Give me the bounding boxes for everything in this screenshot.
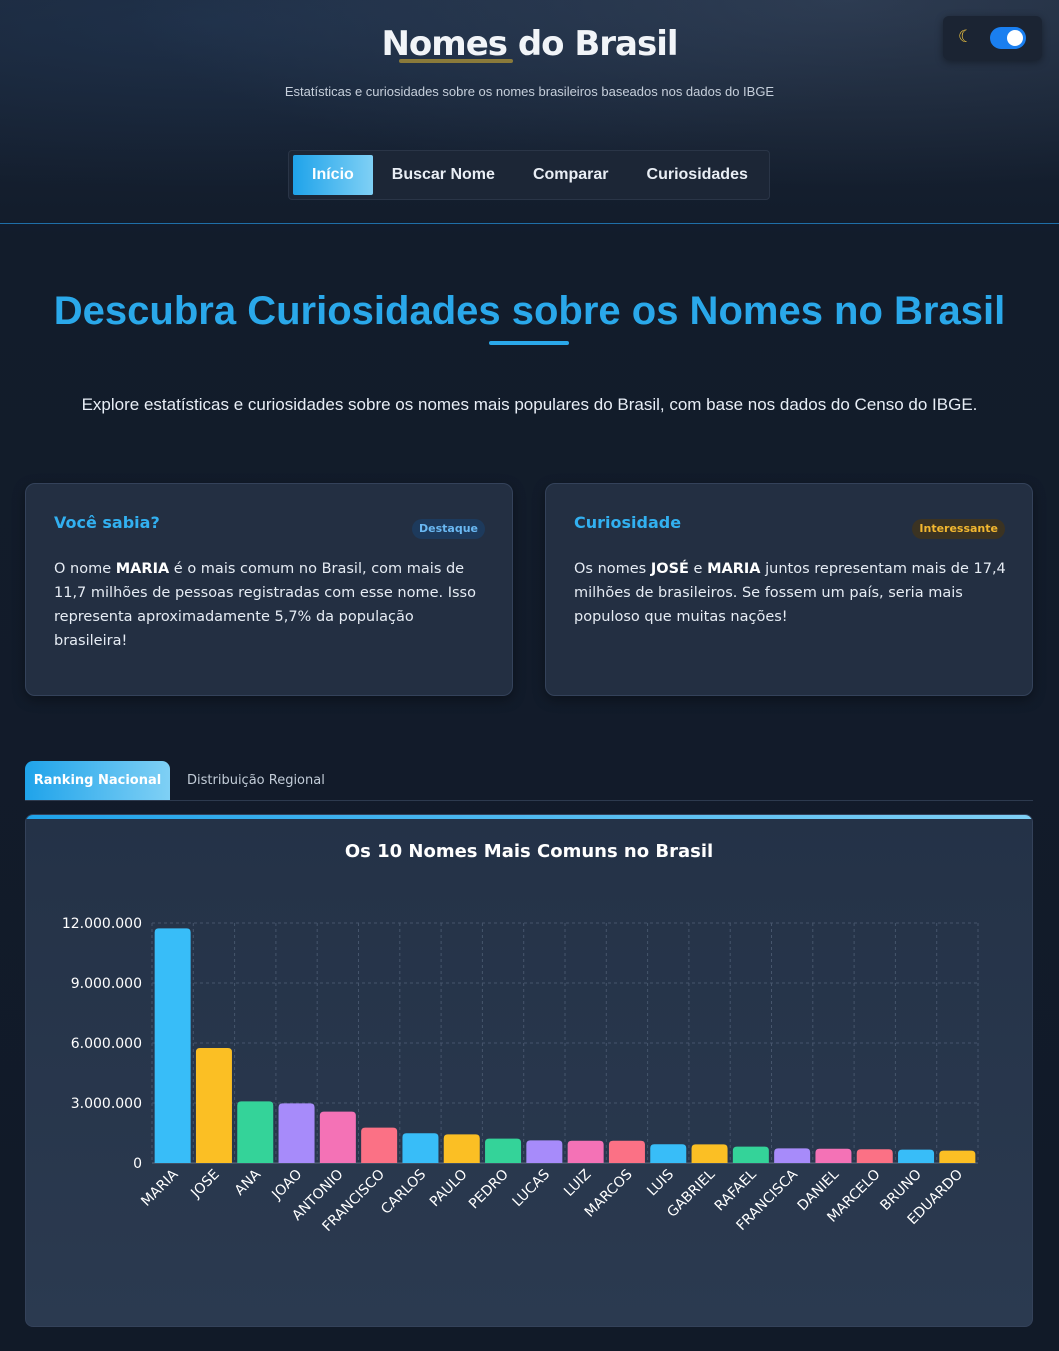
nav-comparar[interactable]: Comparar [514, 155, 628, 195]
badge-destaque: Destaque [412, 519, 485, 539]
fact-card-curiosidade: Curiosidade Interessante Os nomes JOSÉ e… [545, 483, 1033, 696]
chart-tabs: Ranking Nacional Distribuição Regional [25, 761, 1033, 801]
toggle-knob [1007, 30, 1023, 46]
bar-joao[interactable] [278, 1103, 315, 1163]
card-text: O nome MARIA é o mais comum no Brasil, c… [54, 557, 486, 653]
hero-underline [489, 341, 569, 345]
bar-gabriel[interactable] [691, 1144, 728, 1163]
bar-lucas[interactable] [526, 1140, 563, 1163]
bar-luis[interactable] [650, 1144, 687, 1163]
bar-bruno[interactable] [898, 1149, 935, 1163]
nav-curiosidades[interactable]: Curiosidades [628, 155, 767, 195]
card-highlight: MARIA [115, 561, 170, 577]
y-tick-label: 3.000.000 [71, 1096, 142, 1112]
card-title: Curiosidade [574, 513, 682, 532]
nav-inicio[interactable]: Início [293, 155, 373, 195]
card-text-part: Os nomes [574, 561, 651, 577]
badge-interessante: Interessante [912, 519, 1005, 539]
site-header: Nomes do Brasil Estatísticas e curiosida… [0, 0, 1059, 224]
bar-antonio[interactable] [319, 1111, 356, 1163]
y-tick-label: 6.000.000 [71, 1036, 142, 1052]
moon-icon: ☾ [958, 27, 974, 47]
site-subtitle: Estatísticas e curiosidades sobre os nom… [284, 84, 775, 99]
x-tick-label: CARLOS [378, 1166, 429, 1217]
card-title: Você sabia? [54, 513, 160, 532]
card-text: Os nomes JOSÉ e MARIA juntos representam… [574, 557, 1006, 629]
y-tick-label: 0 [133, 1156, 142, 1172]
tab-ranking-nacional[interactable]: Ranking Nacional [25, 761, 170, 800]
title-underline [399, 59, 513, 63]
fact-card-voce-sabia: Você sabia? Destaque O nome MARIA é o ma… [25, 483, 513, 696]
hero-title: Descubra Curiosidades sobre os Nomes no … [53, 289, 1006, 333]
bar-paulo[interactable] [443, 1134, 480, 1163]
bar-marcelo[interactable] [856, 1149, 893, 1163]
x-tick-label: PEDRO [466, 1167, 512, 1213]
bar-francisco[interactable] [361, 1127, 398, 1163]
y-tick-label: 9.000.000 [71, 976, 142, 992]
tab-distribuicao-regional[interactable]: Distribuição Regional [187, 761, 325, 800]
nav-buscar-nome[interactable]: Buscar Nome [373, 155, 514, 195]
x-tick-label: PAULO [427, 1167, 471, 1211]
bar-pedro[interactable] [485, 1138, 522, 1163]
bar-luiz[interactable] [567, 1140, 604, 1163]
theme-toggle[interactable] [990, 27, 1026, 49]
card-highlight: MARIA [707, 561, 761, 577]
x-tick-label: JOAO [268, 1167, 305, 1204]
x-tick-label: LUIS [644, 1166, 677, 1199]
theme-switcher: ☾ [943, 16, 1042, 60]
x-tick-label: ANA [232, 1166, 265, 1199]
card-highlight: JOSÉ [650, 561, 689, 577]
bar-ana[interactable] [237, 1101, 274, 1163]
bar-maria[interactable] [154, 928, 191, 1163]
bar-carlos[interactable] [402, 1133, 439, 1163]
bar-marcos[interactable] [608, 1140, 645, 1163]
bar-eduardo[interactable] [939, 1150, 976, 1163]
bar-rafael[interactable] [732, 1146, 769, 1163]
hero-description: Explore estatísticas e curiosidades sobr… [81, 395, 978, 414]
x-tick-label: JOSE [188, 1167, 223, 1202]
x-tick-label: LUIZ [561, 1167, 594, 1200]
x-tick-label: MARIA [138, 1166, 181, 1209]
bar-jose[interactable] [195, 1048, 232, 1163]
main-nav: Início Buscar Nome Comparar Curiosidades [288, 150, 770, 200]
chart-panel: Os 10 Nomes Mais Comuns no Brasil 0 3.000… [25, 814, 1033, 1327]
card-text-part: e [688, 561, 708, 577]
card-text-part: O nome [54, 561, 116, 577]
bar-francisca[interactable] [774, 1148, 811, 1163]
site-title: Nomes do Brasil [381, 24, 678, 64]
x-tick-label: LUCAS [510, 1166, 554, 1210]
y-tick-label: 12.000.000 [62, 916, 142, 932]
bar-chart: 0 3.000.000 6.000.000 9.000.000 12.000.000 MA… [62, 916, 979, 1235]
bar-daniel[interactable] [815, 1148, 852, 1163]
